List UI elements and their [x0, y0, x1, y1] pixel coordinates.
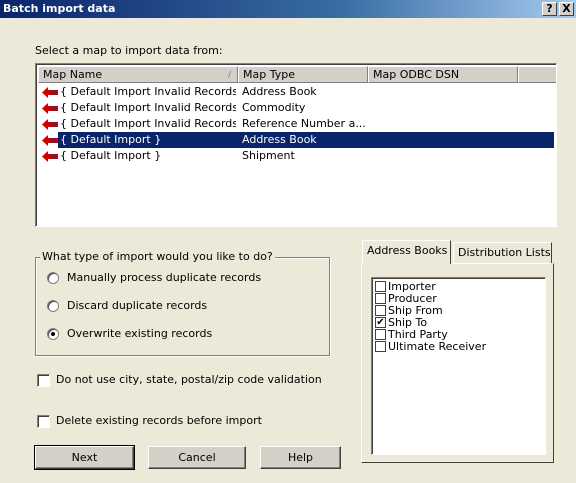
cell-map-name: { Default Import Invalid Records } — [60, 85, 236, 98]
radio-button-icon[interactable] — [47, 328, 59, 340]
checkbox-icon[interactable] — [37, 414, 50, 428]
table-row[interactable]: { Default Import Invalid Records } Commod… — [38, 100, 554, 116]
list-item[interactable]: Ultimate Receiver — [375, 341, 486, 353]
cell-map-type: Address Book — [242, 133, 317, 146]
radio-label: Manually process duplicate records — [67, 271, 262, 284]
radio-label: Discard duplicate records — [67, 299, 208, 312]
cell-map-type: Shipment — [242, 149, 295, 162]
checkbox-icon[interactable] — [375, 341, 386, 352]
radio-overwrite-existing[interactable]: Overwrite existing records — [47, 327, 212, 341]
delete-existing-checkbox[interactable]: Delete existing records before import — [37, 414, 262, 428]
radio-discard-duplicates[interactable]: Discard duplicate records — [47, 299, 207, 313]
checkbox-icon[interactable] — [375, 293, 386, 304]
address-book-checklist[interactable]: Importer Producer Ship From ✔ Ship To Third P… — [371, 277, 546, 455]
table-row[interactable]: { Default Import Invalid Records } Addres… — [38, 84, 554, 100]
column-label-map-type: Map Type — [243, 68, 295, 81]
column-header-map-name[interactable]: Map Name ∕ — [38, 66, 238, 83]
no-validation-label: Do not use city, state, postal/zip code … — [56, 373, 322, 386]
map-list[interactable]: Map Name ∕ Map Type Map ODBC DSN { Defau… — [35, 63, 557, 227]
row-selection-area: { Default Import } Shipment — [58, 148, 554, 164]
cell-map-type: Reference Number a... — [242, 117, 366, 130]
tab-label: Distribution Lists — [458, 246, 551, 259]
sort-indicator-icon: ∕ — [227, 70, 231, 80]
checkmark-icon[interactable]: ✔ — [375, 317, 386, 328]
window-title: Batch import data — [3, 2, 116, 15]
column-header-map-odbc-dsn[interactable]: Map ODBC DSN — [368, 66, 518, 83]
list-item-label: Ultimate Receiver — [388, 340, 487, 353]
cell-map-name: { Default Import Invalid Records } — [60, 101, 236, 114]
row-selection-area: { Default Import Invalid Records } Commod… — [58, 100, 554, 116]
radio-button-icon[interactable] — [47, 300, 59, 312]
column-label-map-name: Map Name — [43, 68, 103, 81]
delete-existing-label: Delete existing records before import — [56, 414, 262, 427]
import-type-group: What type of import would you like to do… — [35, 250, 330, 356]
checkbox-icon[interactable] — [375, 305, 386, 316]
radio-button-icon[interactable] — [47, 272, 59, 284]
cell-map-type: Commodity — [242, 101, 306, 114]
cell-map-type: Address Book — [242, 85, 317, 98]
column-label-map-odbc-dsn: Map ODBC DSN — [373, 68, 460, 81]
red-arrow-icon — [42, 151, 58, 162]
tab-address-books[interactable]: Address Books — [362, 240, 451, 264]
select-map-label: Select a map to import data from: — [35, 44, 223, 57]
table-row[interactable]: { Default Import Invalid Records } Refere… — [38, 116, 554, 132]
row-selection-area: { Default Import } Address Book — [58, 132, 554, 148]
no-validation-checkbox[interactable]: Do not use city, state, postal/zip code … — [37, 373, 322, 387]
next-button[interactable]: Next — [34, 445, 135, 470]
checkbox-icon[interactable] — [375, 329, 386, 340]
cell-map-dsn — [372, 132, 520, 148]
red-arrow-icon — [42, 103, 58, 114]
table-row[interactable]: { Default Import } Shipment — [38, 148, 554, 164]
close-title-button[interactable]: X — [559, 2, 574, 16]
radio-manually-process[interactable]: Manually process duplicate records — [47, 271, 261, 285]
help-title-button[interactable]: ? — [542, 2, 557, 16]
tab-label: Address Books — [367, 244, 448, 257]
cancel-button[interactable]: Cancel — [148, 446, 246, 469]
map-list-header: Map Name ∕ Map Type Map ODBC DSN — [38, 66, 556, 83]
red-arrow-icon — [42, 135, 58, 146]
cell-map-name: { Default Import Invalid Records } — [60, 117, 236, 130]
import-type-group-title: What type of import would you like to do… — [40, 250, 275, 263]
cell-map-name: { Default Import } — [60, 149, 162, 162]
column-header-map-type[interactable]: Map Type — [238, 66, 368, 83]
radio-label: Overwrite existing records — [67, 327, 213, 340]
row-selection-area: { Default Import Invalid Records } Refere… — [58, 116, 554, 132]
tab-distribution-lists[interactable]: Distribution Lists — [453, 242, 552, 263]
cell-map-dsn — [372, 84, 520, 100]
row-selection-area: { Default Import Invalid Records } Addres… — [58, 84, 554, 100]
title-bar[interactable]: Batch import data ? X — [0, 0, 576, 18]
cell-map-dsn — [372, 148, 520, 164]
cell-map-dsn — [372, 116, 520, 132]
column-header-extra[interactable] — [518, 66, 556, 83]
checkbox-icon[interactable] — [37, 373, 50, 387]
help-button[interactable]: Help — [260, 446, 341, 469]
red-arrow-icon — [42, 87, 58, 98]
table-row[interactable]: { Default Import } Address Book — [38, 132, 554, 148]
red-arrow-icon — [42, 119, 58, 130]
cell-map-name: { Default Import } — [60, 133, 162, 146]
cell-map-dsn — [372, 100, 520, 116]
checkbox-icon[interactable] — [375, 281, 386, 292]
